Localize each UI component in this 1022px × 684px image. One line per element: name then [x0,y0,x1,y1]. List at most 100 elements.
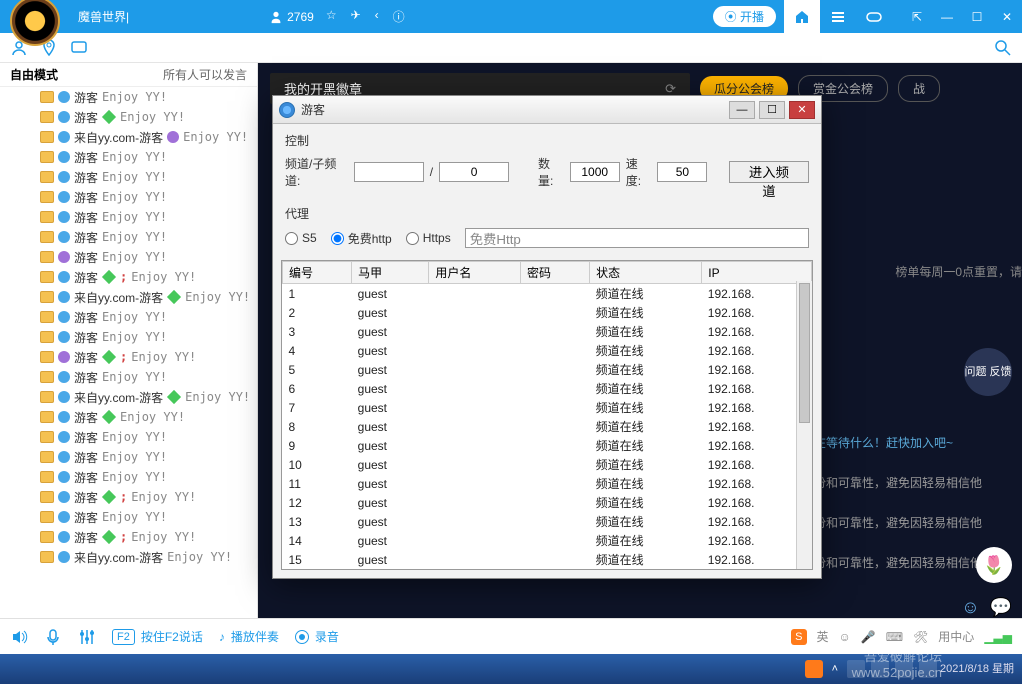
minimize-button[interactable]: — [932,0,962,33]
star-icon[interactable]: ☆ [326,8,337,25]
table-row[interactable]: 16guest频道在线192.168. [283,569,812,570]
list-item[interactable]: 游客 ; Enjoy YY! [0,267,257,287]
list-item[interactable]: 游客 Enjoy YY! [0,507,257,527]
list-item[interactable]: 游客 ; Enjoy YY! [0,527,257,547]
channel-input[interactable] [354,162,424,182]
list-item[interactable]: 来自yy.com-游客 Enjoy YY! [0,287,257,307]
list-item[interactable]: 游客 Enjoy YY! [0,87,257,107]
feedback-button[interactable]: 问题 反馈 [964,348,1012,396]
user-list[interactable]: 游客 Enjoy YY! 游客 Enjoy YY! 来自yy.com-游客 En… [0,87,257,618]
list-item[interactable]: 来自yy.com-游客 Enjoy YY! [0,547,257,567]
play-accompaniment[interactable]: ♪播放伴奏 [219,628,279,645]
f2-talk[interactable]: F2按住F2说话 [112,628,203,645]
start-stream-button[interactable]: ⦿ 开播 [713,6,776,27]
speed-input[interactable] [657,162,707,182]
keyboard-tray-icon[interactable]: ⌨ [886,630,903,644]
table-row[interactable]: 12guest频道在线192.168. [283,493,812,512]
qty-input[interactable] [570,162,620,182]
search-icon[interactable] [994,39,1012,57]
table-row[interactable]: 14guest频道在线192.168. [283,531,812,550]
emoji-tray-icon[interactable]: ☺ [839,630,851,644]
table-row[interactable]: 7guest频道在线192.168. [283,398,812,417]
nav-home[interactable] [784,0,820,33]
table-row[interactable]: 4guest频道在线192.168. [283,341,812,360]
list-item[interactable]: 游客 Enjoy YY! [0,467,257,487]
close-button[interactable]: ✕ [992,0,1022,33]
plane-icon[interactable]: ✈ [351,8,361,25]
sogou-ime-icon[interactable]: S [791,629,806,645]
table-row[interactable]: 9guest频道在线192.168. [283,436,812,455]
nav-game[interactable] [856,0,892,33]
record-button[interactable]: 录音 [295,628,339,645]
list-item[interactable]: 游客 Enjoy YY! [0,207,257,227]
taskbar-sogou-icon[interactable] [805,660,823,678]
table-row[interactable]: 10guest频道在线192.168. [283,455,812,474]
list-item[interactable]: 来自yy.com-游客 Enjoy YY! [0,387,257,407]
ime-lang[interactable]: 英 [817,628,829,645]
list-item[interactable]: 来自yy.com-游客 Enjoy YY! [0,127,257,147]
subchannel-input[interactable] [439,162,509,182]
list-item[interactable]: 游客 Enjoy YY! [0,447,257,467]
table-row[interactable]: 8guest频道在线192.168. [283,417,812,436]
column-header[interactable]: 马甲 [352,262,429,284]
grid-scrollbar[interactable] [796,281,812,569]
taskbar-chevron-icon[interactable]: ˄ [832,663,838,675]
info-icon[interactable]: ⓘ [393,8,405,25]
table-row[interactable]: 15guest频道在线192.168. [283,550,812,569]
enter-channel-button[interactable]: 进入频道 [729,161,809,183]
maximize-button[interactable]: ☐ [962,0,992,33]
list-item[interactable]: 游客 Enjoy YY! [0,107,257,127]
list-item[interactable]: 游客 Enjoy YY! [0,407,257,427]
mode-bar[interactable]: 自由模式 所有人可以发言 [0,63,257,87]
speaker-icon[interactable] [10,628,28,646]
table-row[interactable]: 2guest频道在线192.168. [283,303,812,322]
list-item[interactable]: 游客 Enjoy YY! [0,147,257,167]
dialog-maximize[interactable]: ☐ [759,101,785,119]
chat-bubble-icon[interactable]: 💬 [990,597,1012,618]
data-grid[interactable]: 编号马甲用户名密码状态IP1guest频道在线192.168. 2guest频道… [281,260,813,570]
list-item[interactable]: 游客 Enjoy YY! [0,307,257,327]
table-row[interactable]: 1guest频道在线192.168. [283,284,812,304]
status-icon [58,231,70,243]
list-item[interactable]: 游客 Enjoy YY! [0,247,257,267]
list-item[interactable]: 游客 ; Enjoy YY! [0,487,257,507]
column-header[interactable]: 状态 [590,262,702,284]
proxy-s5-radio[interactable]: S5 [285,231,317,245]
table-row[interactable]: 3guest频道在线192.168. [283,322,812,341]
mic-icon[interactable] [44,628,62,646]
share-icon[interactable]: ‹ [375,8,379,25]
list-item[interactable]: 游客 Enjoy YY! [0,167,257,187]
list-item[interactable]: 游客 ; Enjoy YY! [0,347,257,367]
list-item[interactable]: 游客 Enjoy YY! [0,187,257,207]
table-row[interactable]: 13guest频道在线192.168. [283,512,812,531]
equalizer-icon[interactable] [78,628,96,646]
list-item[interactable]: 游客 Enjoy YY! [0,427,257,447]
flower-icon[interactable]: 🌷 [976,547,1012,583]
list-item[interactable]: 游客 Enjoy YY! [0,367,257,387]
nav-list[interactable] [820,0,856,33]
collapse-button[interactable]: ⇱ [902,0,932,33]
column-header[interactable]: 用户名 [429,262,521,284]
dialog-minimize[interactable]: — [729,101,755,119]
taskbar-clock[interactable]: 2021/8/18 星期 [940,663,1014,675]
scrollbar-thumb[interactable] [799,283,810,423]
emoji-icon[interactable]: ☺ [961,597,979,618]
tab-zhan[interactable]: 战 [898,75,940,102]
table-row[interactable]: 5guest频道在线192.168. [283,360,812,379]
windows-taskbar[interactable]: ˄ 2021/8/18 星期 吾爱破解论坛 www.52pojie.cn [0,654,1022,684]
tools-tray-icon[interactable]: 🛠 [913,630,928,644]
mic-tray-icon[interactable]: 🎤 [861,630,876,644]
proxy-https-radio[interactable]: Https [406,231,451,245]
list-item[interactable]: 游客 Enjoy YY! [0,227,257,247]
table-row[interactable]: 6guest频道在线192.168. [283,379,812,398]
proxy-input[interactable] [465,228,809,248]
table-row[interactable]: 11guest频道在线192.168. [283,474,812,493]
proxy-free-radio[interactable]: 免费http [331,230,392,247]
dialog-close[interactable]: ✕ [789,101,815,119]
list-item[interactable]: 游客 Enjoy YY! [0,327,257,347]
chat-icon[interactable] [70,39,88,57]
dialog-titlebar[interactable]: 游客 — ☐ ✕ [273,96,821,124]
user-center[interactable]: 用中心 [938,628,974,645]
column-header[interactable]: 密码 [520,262,589,284]
column-header[interactable]: 编号 [283,262,352,284]
